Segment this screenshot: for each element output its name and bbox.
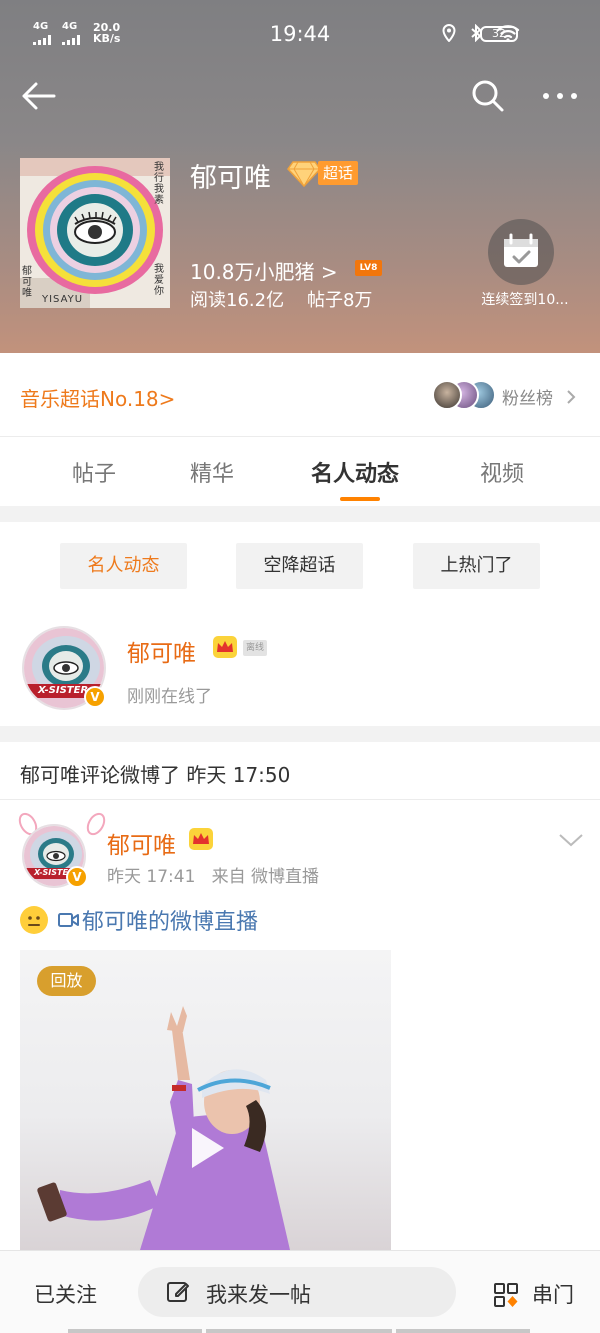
cover-text-bottom: YISAYU xyxy=(42,294,84,305)
fan-avatar xyxy=(432,380,462,410)
celebrity-profile[interactable]: X-SISTER V 郁可唯 离线 刚刚在线了 xyxy=(0,604,600,726)
back-arrow-icon[interactable] xyxy=(20,80,56,112)
chevron-down-icon[interactable] xyxy=(558,832,584,848)
verified-badge: V xyxy=(84,686,106,708)
post-card[interactable]: X-SISTER V 郁可唯 昨天 17:41 来自 微博直播 郁可唯的微博直播 xyxy=(0,800,600,1250)
fan-rank-link[interactable]: 粉丝榜 xyxy=(502,384,553,409)
fans-count-link[interactable]: 10.8万小肥猪 > xyxy=(190,256,338,285)
checkin-button[interactable] xyxy=(488,219,554,285)
compose-label: 我来发一帖 xyxy=(206,1283,311,1307)
video-thumbnail[interactable]: 回放 xyxy=(20,950,391,1250)
battery-indicator: 32 xyxy=(480,26,518,42)
cover-text-right-top: 我行我素 xyxy=(154,162,164,206)
section-divider xyxy=(0,506,600,522)
filter-bar: 名人动态 空降超话 上热门了 xyxy=(0,522,600,604)
video-camera-icon xyxy=(58,913,79,927)
avatar-tag: X-SISTER xyxy=(38,685,89,696)
activity-text: 郁可唯评论微博了 昨天 17:50 xyxy=(20,763,291,787)
topic-title: 郁可唯 xyxy=(190,163,271,194)
filter-celebrity-updates[interactable]: 名人动态 xyxy=(60,543,187,589)
compose-button[interactable]: 我来发一帖 xyxy=(138,1267,456,1317)
visit-button[interactable]: 串门 xyxy=(532,1279,574,1309)
super-topic-badge: 超话 xyxy=(318,161,358,185)
verified-badge: V xyxy=(66,866,88,888)
grid-apps-icon xyxy=(494,1283,518,1307)
chevron-right-icon xyxy=(567,390,576,404)
checkin-label: 连续签到10... xyxy=(481,292,569,308)
rank-row: 音乐超话No.18> 粉丝榜 xyxy=(0,353,600,437)
cover-text-left: 郁可唯 xyxy=(22,266,32,299)
topic-tabs: 帖子 精华 名人动态 视频 xyxy=(0,438,600,506)
status-bar: 4G 4G 20.0 KB/s 19:44 32 xyxy=(0,18,600,54)
more-options-icon[interactable] xyxy=(542,90,578,102)
location-icon xyxy=(442,24,456,42)
tab-celebrity-updates[interactable]: 名人动态 xyxy=(311,456,399,488)
followed-button[interactable]: 已关注 xyxy=(34,1279,97,1309)
post-content[interactable]: 郁可唯的微博直播 xyxy=(20,904,258,936)
post-author[interactable]: 郁可唯 xyxy=(107,826,176,860)
level-badge: LV8 xyxy=(355,260,382,276)
cover-text-right-bottom: 我爱你 xyxy=(154,264,164,297)
topic-header: 4G 4G 20.0 KB/s 19:44 32 郁可唯 YISAYU 我行我素… xyxy=(0,0,600,353)
filter-trending[interactable]: 上热门了 xyxy=(413,543,540,589)
live-stream-link[interactable]: 郁可唯的微博直播 xyxy=(82,904,258,936)
celebrity-name[interactable]: 郁可唯 xyxy=(127,634,196,668)
crown-icon xyxy=(189,828,213,850)
tab-videos[interactable]: 视频 xyxy=(480,456,524,488)
home-indicator xyxy=(68,1329,202,1333)
calendar-check-icon xyxy=(504,233,538,267)
tab-featured[interactable]: 精华 xyxy=(190,456,234,488)
fan-avatars[interactable] xyxy=(432,380,498,412)
offline-badge: 离线 xyxy=(243,640,267,656)
music-rank-link[interactable]: 音乐超话No.18> xyxy=(20,383,175,412)
tab-posts[interactable]: 帖子 xyxy=(72,456,116,488)
edit-icon xyxy=(167,1282,189,1302)
active-tab-indicator xyxy=(340,497,380,501)
topic-cover-image[interactable]: 郁可唯 YISAYU 我行我素 我爱你 xyxy=(20,158,170,308)
post-meta: 昨天 17:41 来自 微博直播 xyxy=(107,867,320,887)
topic-stats: 阅读16.2亿 帖子8万 xyxy=(190,290,373,311)
section-divider xyxy=(0,726,600,742)
crown-icon xyxy=(213,636,237,658)
play-icon[interactable] xyxy=(188,1124,228,1172)
diamond-icon xyxy=(287,161,321,188)
bottom-bar: 已关注 我来发一帖 串门 xyxy=(0,1250,600,1333)
home-indicator xyxy=(206,1329,392,1333)
home-indicator xyxy=(396,1329,530,1333)
replay-badge: 回放 xyxy=(37,966,96,996)
filter-airdrop[interactable]: 空降超话 xyxy=(236,543,363,589)
activity-header: 郁可唯评论微博了 昨天 17:50 xyxy=(0,742,600,800)
search-icon[interactable] xyxy=(470,78,506,114)
online-status: 刚刚在线了 xyxy=(127,687,212,707)
neutral-face-emoji-icon xyxy=(20,906,48,934)
